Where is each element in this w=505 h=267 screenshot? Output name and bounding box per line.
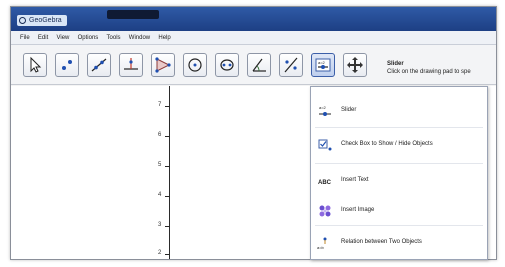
- tool-tooltip-description: Click on the drawing pad to spe: [387, 69, 471, 75]
- checkbox-icon: [318, 139, 332, 151]
- tool-move-view[interactable]: [343, 53, 367, 77]
- y-tick-label: 6: [158, 132, 162, 138]
- tool-move[interactable]: [23, 53, 47, 77]
- menu-window[interactable]: Window: [126, 31, 153, 45]
- menu-file[interactable]: File: [17, 31, 33, 45]
- menu-item-relation[interactable]: a=b Relation between Two Objects: [311, 229, 487, 257]
- tool-tooltip-title: Slider: [387, 61, 404, 67]
- svg-text:ABC: ABC: [318, 180, 332, 186]
- divider: [315, 225, 483, 226]
- tool-point[interactable]: [55, 53, 79, 77]
- menu-item-label: Relation between Two Objects: [341, 239, 422, 245]
- relation-icon: a=b: [317, 237, 327, 250]
- polygon-icon: [155, 57, 171, 73]
- menu-item-insert-image[interactable]: Insert Image: [311, 197, 487, 225]
- text-icon: ABC: [318, 180, 332, 186]
- tool-polygon[interactable]: [151, 53, 175, 77]
- app-title: GeoGebra: [17, 15, 67, 26]
- y-tick: [165, 166, 170, 167]
- image-icon: [319, 205, 331, 217]
- menu-options[interactable]: Options: [75, 31, 102, 45]
- menu-item-label: Slider: [341, 107, 357, 113]
- menu-item-checkbox[interactable]: Check Box to Show / Hide Objects: [311, 131, 487, 159]
- y-tick-label: 2: [158, 250, 162, 256]
- tool-ellipse[interactable]: [215, 53, 239, 77]
- toolbar: a=2 Slider Click on the drawing pad to s…: [11, 45, 496, 85]
- tool-perpendicular[interactable]: [119, 53, 143, 77]
- point-icon: [62, 60, 72, 70]
- svg-text:a=b: a=b: [317, 245, 325, 250]
- y-tick: [165, 196, 170, 197]
- tool-circle[interactable]: [183, 53, 207, 77]
- slider-icon: a=2: [319, 105, 331, 116]
- menu-tools[interactable]: Tools: [104, 31, 124, 45]
- tool-slider[interactable]: a=2: [311, 53, 335, 77]
- menu-item-label: Insert Text: [341, 177, 369, 183]
- title-bar: GeoGebra: [11, 7, 496, 31]
- y-tick-label: 3: [158, 222, 162, 228]
- reflect-icon: [284, 57, 298, 73]
- y-tick: [165, 106, 170, 107]
- menu-edit[interactable]: Edit: [35, 31, 51, 45]
- ellipse-icon: [220, 59, 234, 71]
- menu-item-slider[interactable]: a=2 Slider: [311, 97, 487, 125]
- app-window: GeoGebra File Edit View Options Tools Wi…: [10, 6, 497, 260]
- tool-reflect[interactable]: [279, 53, 303, 77]
- circle-icon: [188, 58, 202, 72]
- y-tick: [165, 254, 170, 255]
- tool-angle[interactable]: [247, 53, 271, 77]
- menu-view[interactable]: View: [53, 31, 72, 45]
- divider: [315, 127, 483, 128]
- y-tick-label: 4: [158, 192, 162, 198]
- tool-dropdown-menu: a=2 Slider Check Box to Show / Hide Obje…: [310, 86, 488, 260]
- menu-item-label: Insert Image: [341, 207, 375, 213]
- geogebra-logo-icon: [19, 17, 26, 24]
- angle-icon: [252, 58, 266, 72]
- line-icon: [91, 58, 107, 72]
- y-tick-label: 5: [158, 162, 162, 168]
- svg-text:a=2: a=2: [318, 60, 326, 65]
- divider: [315, 163, 483, 164]
- menu-bar: File Edit View Options Tools Window Help: [11, 31, 496, 45]
- menu-item-label: Check Box to Show / Hide Objects: [341, 141, 433, 147]
- slider-icon: a=2: [315, 58, 331, 72]
- app-title-text: GeoGebra: [29, 17, 62, 24]
- move-icon: [30, 56, 42, 73]
- menu-item-insert-text[interactable]: ABC Insert Text: [311, 167, 487, 195]
- y-tick-label: 7: [158, 102, 162, 108]
- tool-line[interactable]: [87, 53, 111, 77]
- y-axis: [169, 86, 170, 259]
- move-view-icon: [347, 57, 363, 73]
- perpendicular-icon: [124, 58, 138, 70]
- y-tick: [165, 136, 170, 137]
- svg-text:a=2: a=2: [319, 105, 327, 110]
- title-bar-caption-region: [107, 10, 159, 19]
- y-tick: [165, 226, 170, 227]
- menu-help[interactable]: Help: [155, 31, 173, 45]
